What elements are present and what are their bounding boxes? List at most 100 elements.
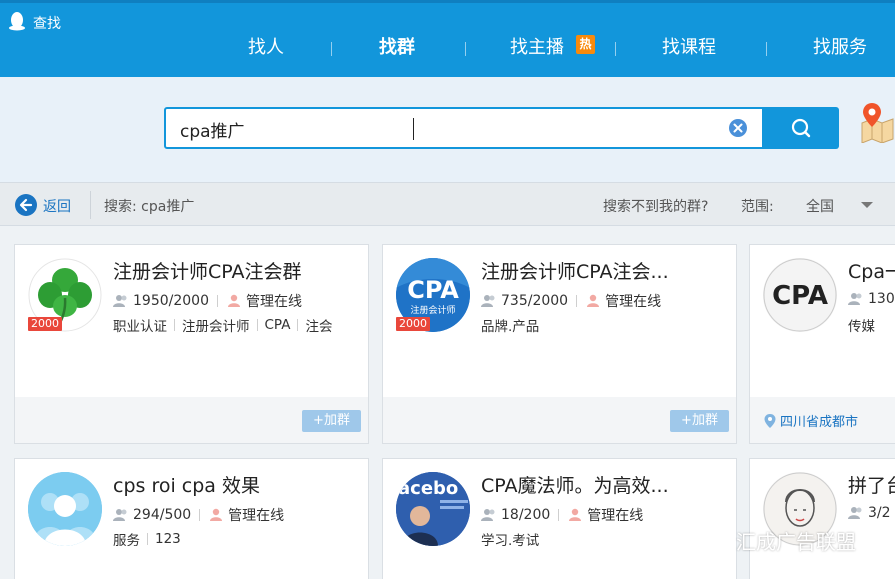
member-count: 1950/2000 [133,293,209,309]
card-footer: 四川省成都市 [750,397,895,443]
group-title[interactable]: CPA魔法师。为高效... [481,471,669,498]
search-echo: 搜索: cpa推广 [104,199,195,215]
members-icon [848,507,862,519]
wechat-icon [700,528,730,552]
back-arrow-icon[interactable] [14,193,38,217]
group-title[interactable]: 注册会计师CPA注会群 [113,257,302,284]
group-title[interactable]: Cpa一 [848,257,895,284]
group-tags: 学习.考试 [481,529,539,549]
group-card[interactable]: acebo CPA魔法师。为高效... 18/200 管理在线 学习.考试 [382,458,737,579]
title-bar: 查找 找人 找群 找主播 热 找课程 找服务 [0,0,895,77]
admin-icon [587,294,600,307]
back-link[interactable]: 返回 [43,196,71,216]
members-icon [481,509,495,521]
tab-find-service[interactable]: 找服务 [813,33,867,63]
divider [576,295,578,307]
divider [174,319,175,331]
card-footer: +加群 [383,397,736,443]
avatar-text: acebo [398,478,458,499]
group-meta: 18/200 管理在线 [481,505,643,525]
group-meta: 735/2000 管理在线 [481,291,661,311]
location-text: 四川省成都市 [780,415,859,430]
admin-icon [210,508,223,521]
filter-bar: 返回 搜索: cpa推广 搜索不到我的群? 范围: 全国 [0,182,895,226]
group-meta: 130 [848,291,895,307]
members-icon [113,295,127,307]
group-card[interactable]: cps roi cpa 效果 294/500 管理在线 服务 123 [14,458,369,579]
member-count: 130 [868,291,895,307]
group-meta: 1950/2000 管理在线 [113,291,302,311]
watermark: 汇成广告联盟 [700,526,856,555]
clear-icon[interactable] [728,118,748,138]
tag: CPA [264,317,291,333]
divider [90,191,91,219]
search-icon [791,118,811,138]
level-badge: 2000 [28,317,62,331]
tag: 传媒 [848,319,875,335]
tag: 服务 [113,533,140,549]
group-title[interactable]: cps roi cpa 效果 [113,471,260,498]
group-card[interactable]: 2000 注册会计师CPA注会群 1950/2000 管理在线 职业认证 注册会… [14,244,369,444]
tag: 123 [155,531,181,547]
avatar-text: CPA [407,276,459,304]
tab-find-group[interactable]: 找群 [379,33,415,63]
member-count: 735/2000 [501,293,569,309]
group-avatar: CPA [763,258,837,332]
card-footer: +加群 [15,397,368,443]
tag: 职业认证 [113,319,167,335]
search-input[interactable] [180,115,720,143]
group-avatar: acebo [396,472,470,546]
admin-status: 管理在线 [245,294,302,310]
members-icon [848,293,862,305]
members-icon [113,509,127,521]
members-icon [481,295,495,307]
divider [297,319,299,331]
group-card[interactable]: CPA 注册会计师 2000 注册会计师CPA注会... 735/2000 管理… [382,244,737,444]
speaker-photo-icon: acebo [396,472,470,546]
group-title[interactable]: 注册会计师CPA注会... [481,257,669,284]
join-group-button[interactable]: +加群 [302,410,361,432]
search-area [0,77,895,182]
join-group-button[interactable]: +加群 [670,410,729,432]
group-tags: 职业认证 注册会计师 CPA 注会 [113,315,332,335]
group-card[interactable]: 拼了台 3/2 [749,458,895,579]
range-select[interactable]: 全国 [806,196,834,216]
member-count: 18/200 [501,507,551,523]
not-found-link[interactable]: 搜索不到我的群? [603,196,708,216]
search-button[interactable] [763,107,839,149]
watermark-text: 汇成广告联盟 [736,530,856,554]
nav-separator [465,42,466,56]
window-title: 查找 [33,16,61,32]
tab-find-course[interactable]: 找课程 [662,33,716,63]
range-label: 范围: [741,199,774,215]
admin-icon [227,294,240,307]
qq-penguin-icon [9,12,25,31]
group-tags: 品牌.产品 [481,315,539,335]
chevron-down-icon[interactable] [861,202,873,208]
group-title[interactable]: 拼了台 [848,471,895,498]
avatar-text: CPA [772,281,828,311]
divider [216,295,218,307]
tab-find-streamer[interactable]: 找主播 [510,33,564,63]
nav-separator [766,42,767,56]
cpa-sketch-icon: CPA [763,258,837,332]
tab-find-people[interactable]: 找人 [248,33,284,63]
nav-separator [615,42,616,56]
avatar-subtext: 注册会计师 [410,304,455,316]
search-box[interactable] [164,107,764,149]
member-count: 3/2 [868,505,891,521]
default-group-icon [28,472,102,546]
member-count: 294/500 [133,507,192,523]
top-strip [0,0,895,3]
hot-badge: 热 [576,35,595,54]
text-caret [413,118,414,140]
group-avatar [28,472,102,546]
group-meta: 294/500 管理在线 [113,505,284,525]
group-tags: 服务 123 [113,529,181,549]
group-location: 四川省成都市 [764,411,858,430]
group-card[interactable]: CPA Cpa一 130 传媒 四川省成都市 [749,244,895,444]
group-meta: 3/2 [848,505,891,521]
map-location-icon[interactable] [860,101,895,143]
admin-status: 管理在线 [605,294,662,310]
divider [199,509,201,521]
